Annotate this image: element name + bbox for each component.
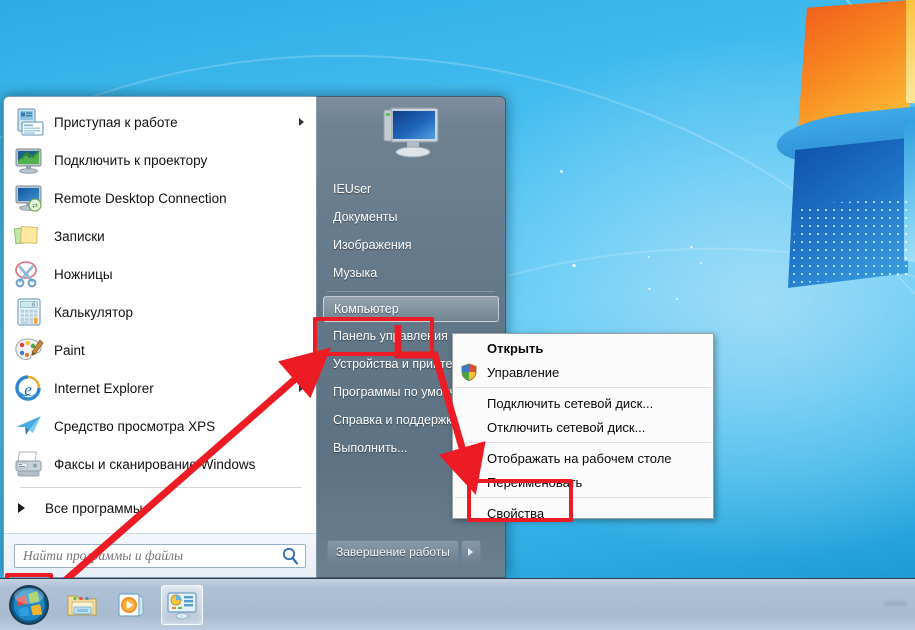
- taskbar-button-media-player[interactable]: [111, 585, 153, 625]
- start-item-paint[interactable]: Paint: [4, 331, 316, 369]
- context-item-label: Отображать на рабочем столе: [487, 450, 672, 466]
- computer-item-highlight-box: [313, 317, 434, 356]
- context-item-label: Управление: [487, 364, 560, 380]
- flag-dot-pattern: [790, 198, 910, 284]
- right-pane-separator: [327, 291, 495, 292]
- wallpaper-speck: [648, 256, 650, 258]
- xps-viewer-icon: [13, 410, 45, 442]
- shutdown-button[interactable]: Завершение работы: [327, 540, 459, 564]
- svg-text:⇄: ⇄: [32, 203, 38, 210]
- start-item-label: Ножницы: [54, 266, 113, 282]
- program-list: Приступая к работе Подключить к проектор…: [4, 97, 316, 533]
- start-item-label: Приступая к работе: [54, 114, 178, 130]
- context-item-label: Подключить сетевой диск...: [487, 395, 654, 411]
- context-item-icon-placeholder: [459, 448, 479, 468]
- chevron-right-icon: [299, 384, 304, 392]
- all-programs-label: Все программы: [45, 500, 143, 516]
- chevron-right-icon: [468, 548, 474, 556]
- right-item-pictures[interactable]: Изображения: [317, 231, 505, 259]
- context-item-show-on-desktop[interactable]: Отображать на рабочем столе: [453, 446, 713, 470]
- right-item-label: Выполнить...: [333, 441, 408, 455]
- sticky-notes-icon: [13, 220, 45, 252]
- right-item-documents[interactable]: Документы: [317, 203, 505, 231]
- context-item-icon-placeholder: [459, 393, 479, 413]
- uac-shield-icon: [459, 362, 479, 382]
- start-item-xps-viewer[interactable]: Средство просмотра XPS: [4, 407, 316, 445]
- context-item-disconnect-network-drive[interactable]: Отключить сетевой диск...: [453, 415, 713, 439]
- screen: Приступая к работе Подключить к проектор…: [0, 0, 915, 630]
- connect-to-projector-icon: [13, 144, 45, 176]
- start-item-internet-explorer[interactable]: e Internet Explorer: [4, 369, 316, 407]
- start-item-connect-to-projector[interactable]: Подключить к проектору: [4, 141, 316, 179]
- right-item-label: Изображения: [333, 238, 412, 252]
- snipping-tool-icon: [13, 258, 45, 290]
- right-item-label: Справка и поддержка: [333, 413, 459, 427]
- right-item-label: Устройства и принтеры: [333, 357, 469, 371]
- chevron-right-icon: [18, 503, 25, 513]
- context-item-open[interactable]: Открыть: [453, 336, 713, 360]
- start-item-sticky-notes[interactable]: Записки: [4, 217, 316, 255]
- svg-text:e: e: [24, 380, 32, 399]
- calculator-icon: 0: [13, 296, 45, 328]
- shutdown-options-button[interactable]: [460, 540, 481, 564]
- start-item-label: Подключить к проектору: [54, 152, 208, 168]
- taskbar-button-explorer[interactable]: [61, 585, 103, 625]
- start-item-label: Записки: [54, 228, 105, 244]
- svg-text:0: 0: [32, 303, 35, 309]
- right-item-label: Документы: [333, 210, 398, 224]
- context-menu-separator: [455, 387, 711, 388]
- shutdown-area: Завершение работы: [317, 533, 505, 577]
- user-account-picture[interactable]: [376, 105, 446, 169]
- context-item-icon-placeholder: [459, 338, 479, 358]
- search-area: [4, 533, 316, 577]
- start-item-calculator[interactable]: 0 Калькулятор: [4, 293, 316, 331]
- chevron-right-icon: [299, 118, 304, 126]
- start-item-label: Paint: [54, 342, 85, 358]
- taskbar: •••••: [0, 578, 915, 630]
- start-item-fax-and-scan[interactable]: Факсы и сканирование Windows: [4, 445, 316, 483]
- windows-logo-flag: [690, 0, 915, 360]
- start-item-getting-started[interactable]: Приступая к работе: [4, 103, 316, 141]
- fax-and-scan-icon: [13, 448, 45, 480]
- shutdown-label: Завершение работы: [336, 545, 450, 559]
- paint-icon: [13, 334, 45, 366]
- start-item-label: Remote Desktop Connection: [54, 190, 227, 206]
- context-item-label: Открыть: [487, 340, 544, 356]
- start-item-label: Internet Explorer: [54, 380, 154, 396]
- start-menu-left-pane: Приступая к работе Подключить к проектор…: [3, 96, 316, 578]
- wallpaper-speck: [560, 170, 563, 173]
- start-item-snipping-tool[interactable]: Ножницы: [4, 255, 316, 293]
- taskbar-button-control-panel[interactable]: [161, 584, 203, 625]
- context-item-icon-placeholder: [459, 417, 479, 437]
- right-item-label: Компьютер: [334, 302, 399, 316]
- search-icon[interactable]: [280, 545, 302, 567]
- context-item-map-network-drive[interactable]: Подключить сетевой диск...: [453, 391, 713, 415]
- right-item-label: IEUser: [333, 182, 372, 196]
- wallpaper-speck: [676, 298, 678, 300]
- start-button[interactable]: [5, 583, 53, 627]
- system-tray[interactable]: •••••: [884, 599, 907, 610]
- start-item-label: Средство просмотра XPS: [54, 418, 216, 434]
- right-item-ieuser[interactable]: IEUser: [317, 175, 505, 203]
- menu-divider: [20, 487, 302, 488]
- start-item-label: Калькулятор: [54, 304, 134, 320]
- remote-desktop-icon: ⇄: [13, 182, 45, 214]
- all-programs-button[interactable]: Все программы: [4, 492, 316, 524]
- context-item-manage[interactable]: Управление: [453, 360, 713, 384]
- start-item-remote-desktop-connection[interactable]: ⇄ Remote Desktop Connection: [4, 179, 316, 217]
- start-item-label: Факсы и сканирование Windows: [54, 456, 256, 472]
- getting-started-icon: [13, 106, 45, 138]
- internet-explorer-icon: e: [13, 372, 45, 404]
- wallpaper-speck: [572, 264, 576, 267]
- wallpaper-speck: [648, 288, 651, 290]
- context-item-label: Отключить сетевой диск...: [487, 419, 646, 435]
- right-item-music[interactable]: Музыка: [317, 259, 505, 287]
- properties-item-highlight-box: [467, 479, 573, 522]
- context-menu-separator: [455, 442, 711, 443]
- tray-text: •••••: [884, 599, 907, 610]
- search-box[interactable]: [14, 543, 306, 568]
- right-item-label: Музыка: [333, 266, 378, 280]
- search-input[interactable]: [15, 547, 280, 564]
